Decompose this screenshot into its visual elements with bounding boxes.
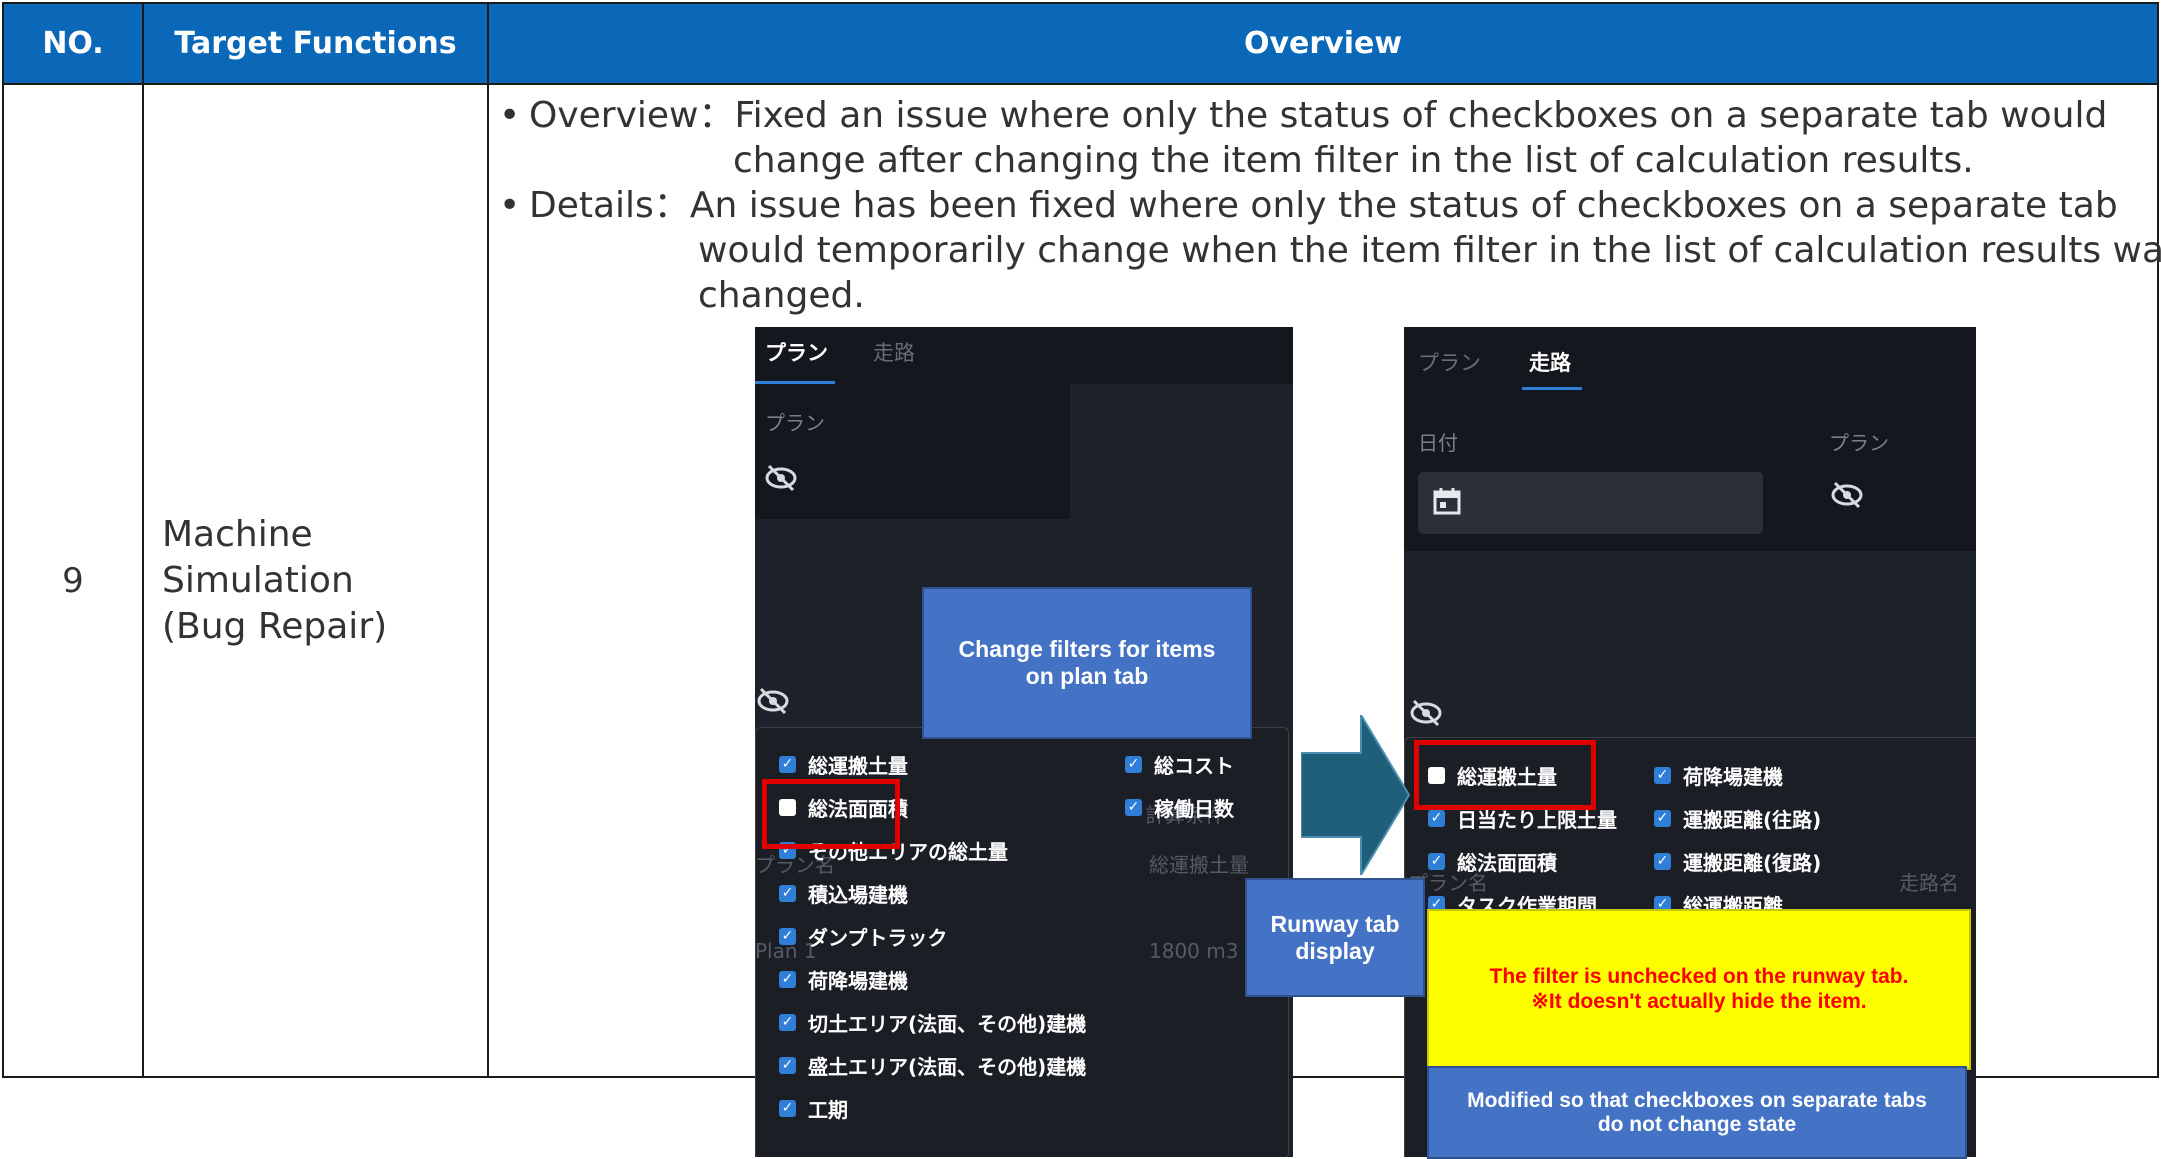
- overview-cell: • Overview： Fixed an issue where only th…: [488, 84, 2158, 1077]
- checkbox-label: 荷降場建機: [808, 965, 908, 994]
- checkbox-checked[interactable]: ✓: [779, 756, 796, 773]
- filter-checkbox-item[interactable]: ✓ 積込場建機: [779, 879, 908, 908]
- target-function-cell: Machine Simulation (Bug Repair): [143, 84, 488, 1077]
- checkbox-checked[interactable]: ✓: [1654, 810, 1671, 827]
- details-line: An issue has been fixed where only the s…: [690, 183, 2161, 228]
- left-upper-panel: [755, 384, 1070, 519]
- plan-label: プラン: [765, 407, 825, 436]
- target-function-line: Machine: [162, 512, 486, 558]
- callout-unchecked-note: The filter is unchecked on the runway ta…: [1427, 909, 1971, 1070]
- bullet-overview: • Overview： Fixed an issue where only th…: [499, 93, 2161, 138]
- checkbox-checked[interactable]: ✓: [1428, 810, 1445, 827]
- checkbox-checked[interactable]: ✓: [779, 1057, 796, 1074]
- release-notes-table: NO. Target Functions Overview 9 Machine …: [2, 2, 2159, 1078]
- checkbox-label: 総法面面積: [1457, 847, 1557, 876]
- filter-checkbox-item[interactable]: ✓ 荷降場建機: [779, 965, 908, 994]
- highlight-unchecked-filter: [1414, 740, 1596, 810]
- header-row: NO. Target Functions Overview: [3, 3, 2158, 84]
- eye-off-icon[interactable]: [755, 685, 791, 721]
- background-label: 1800 m3: [1149, 939, 1238, 963]
- callout-note-line: ※It doesn't actually hide the item.: [1531, 989, 1866, 1014]
- callout-note-line: The filter is unchecked on the runway ta…: [1490, 965, 1909, 989]
- checkbox-label: 切土エリア(法面、その他)建機: [808, 1008, 1086, 1037]
- tab-plan[interactable]: プラン: [1418, 347, 1481, 377]
- bullet-list: • Overview： Fixed an issue where only th…: [499, 93, 2161, 318]
- checkbox-checked[interactable]: ✓: [779, 928, 796, 945]
- background-label: 総運搬土量: [1149, 849, 1249, 878]
- checkbox-label: 運搬距離(往路): [1683, 804, 1821, 833]
- plan-tab-screenshot: プラン 走路 プラン 計算条件 プラン名 総運搬土量 Plan 1 1800 m…: [755, 327, 1293, 1157]
- checkbox-checked[interactable]: ✓: [1654, 767, 1671, 784]
- tab-runway[interactable]: 走路: [873, 337, 915, 367]
- checkbox-label: 総コスト: [1154, 750, 1234, 779]
- bullet-dot: •: [499, 183, 529, 228]
- eye-off-icon[interactable]: [1408, 697, 1444, 733]
- target-function-line: Simulation: [162, 558, 486, 604]
- filter-checkbox-item[interactable]: ✓ 総運搬土量: [779, 750, 908, 779]
- callout-change-filters: Change filters for items on plan tab: [922, 587, 1252, 739]
- checkbox-label: 総運搬土量: [808, 750, 908, 779]
- filter-checkbox-item[interactable]: ✓ 稼働日数: [1125, 793, 1234, 822]
- target-function-line: (Bug Repair): [162, 604, 486, 650]
- checkbox-label: 積込場建機: [808, 879, 908, 908]
- tab-underline: [1522, 387, 1582, 390]
- date-label: 日付: [1418, 427, 1458, 456]
- highlight-unchecked-filter: [762, 779, 900, 849]
- checkbox-checked[interactable]: ✓: [779, 1014, 796, 1031]
- eye-off-icon[interactable]: [1829, 479, 1865, 515]
- checkbox-checked[interactable]: ✓: [1654, 853, 1671, 870]
- checkbox-checked[interactable]: ✓: [779, 1100, 796, 1117]
- checkbox-checked[interactable]: ✓: [1125, 756, 1142, 773]
- table-row: 9 Machine Simulation (Bug Repair) • Over…: [3, 84, 2158, 1077]
- filter-checkbox-item[interactable]: ✓ ダンプトラック: [779, 922, 947, 951]
- plan-label: プラン: [1829, 427, 1889, 456]
- overview-label: Overview：: [529, 93, 735, 138]
- checkbox-checked[interactable]: ✓: [1428, 853, 1445, 870]
- header-target-functions: Target Functions: [143, 3, 488, 84]
- checkbox-label: 工期: [808, 1094, 848, 1123]
- tab-bar: [755, 327, 1293, 384]
- details-label: Details：: [529, 183, 690, 228]
- callout-runway-display: Runway tab display: [1245, 878, 1425, 997]
- right-arrow-icon: [1301, 715, 1411, 875]
- checkbox-checked[interactable]: ✓: [779, 885, 796, 902]
- checkbox-label: 盛土エリア(法面、その他)建機: [808, 1051, 1086, 1080]
- filter-checkbox-item[interactable]: ✓ 運搬距離(往路): [1654, 804, 1821, 833]
- checkbox-checked[interactable]: ✓: [1125, 799, 1142, 816]
- overview-line: Fixed an issue where only the status of …: [735, 93, 2161, 138]
- filter-checkbox-item[interactable]: ✓ 運搬距離(復路): [1654, 847, 1821, 876]
- overview-line: change after changing the item filter in…: [499, 138, 2161, 183]
- tab-plan[interactable]: プラン: [765, 337, 828, 367]
- filter-checkbox-item[interactable]: ✓ 切土エリア(法面、その他)建機: [779, 1008, 1086, 1037]
- row-number: 9: [3, 84, 143, 1077]
- eye-off-icon[interactable]: [763, 462, 799, 498]
- checkbox-checked[interactable]: ✓: [779, 971, 796, 988]
- calendar-icon[interactable]: [1432, 486, 1462, 516]
- checkbox-label: ダンプトラック: [808, 922, 947, 951]
- date-input[interactable]: [1418, 472, 1763, 534]
- tab-runway[interactable]: 走路: [1529, 347, 1571, 377]
- header-overview: Overview: [488, 3, 2158, 84]
- bullet-dot: •: [499, 93, 529, 138]
- filter-checkbox-item[interactable]: ✓ 荷降場建機: [1654, 761, 1783, 790]
- filter-checkbox-item[interactable]: ✓ 盛土エリア(法面、その他)建機: [779, 1051, 1086, 1080]
- checkbox-label: 荷降場建機: [1683, 761, 1783, 790]
- filter-checkbox-item[interactable]: ✓ 総コスト: [1125, 750, 1234, 779]
- background-label: 走路名: [1899, 867, 1959, 896]
- tab-bar: [1404, 327, 1976, 391]
- header-no: NO.: [3, 3, 143, 84]
- filter-checkbox-item[interactable]: ✓ 総法面面積: [1428, 847, 1557, 876]
- filter-checkbox-item[interactable]: ✓ 工期: [779, 1094, 848, 1123]
- callout-modified: Modified so that checkboxes on separate …: [1427, 1066, 1967, 1159]
- details-line: changed.: [499, 273, 2161, 318]
- details-line: would temporarily change when the item f…: [499, 228, 2161, 273]
- checkbox-label: 稼働日数: [1154, 793, 1234, 822]
- bullet-details: • Details： An issue has been fixed where…: [499, 183, 2161, 228]
- checkbox-label: 運搬距離(復路): [1683, 847, 1821, 876]
